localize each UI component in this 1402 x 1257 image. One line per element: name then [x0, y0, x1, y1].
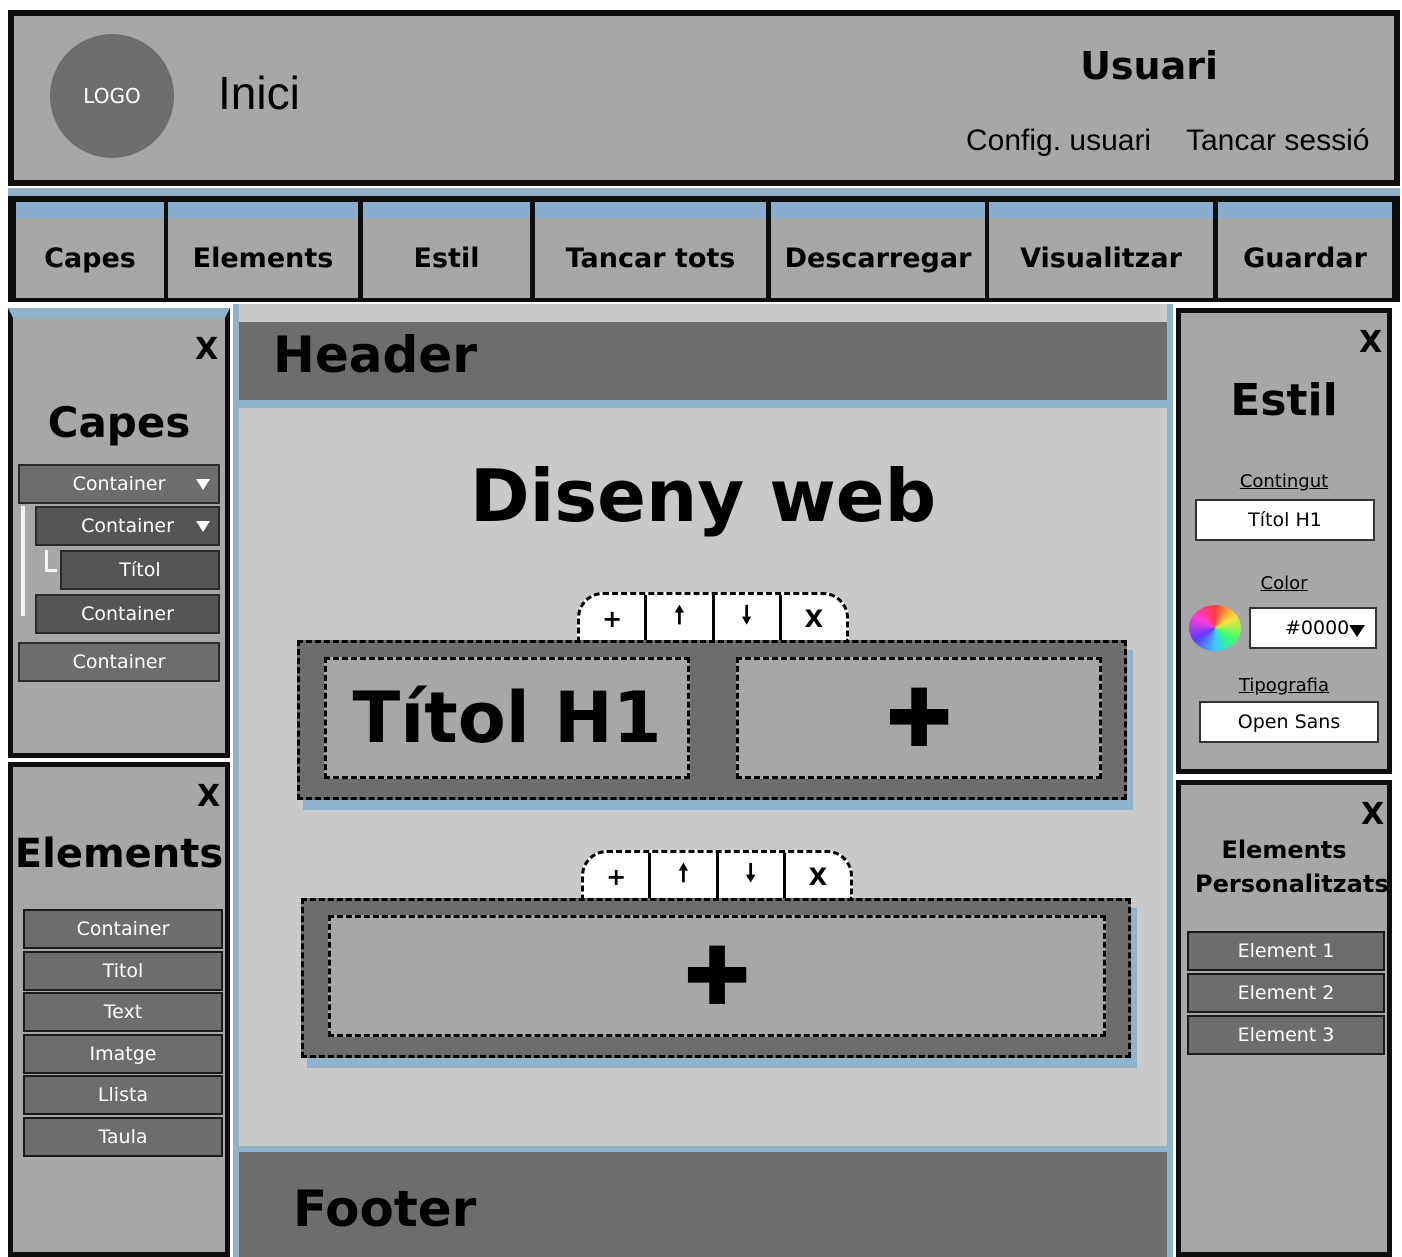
- layer-label: Container: [72, 473, 166, 495]
- element-item-image[interactable]: Imatge: [23, 1034, 223, 1074]
- add-button[interactable]: +: [584, 853, 652, 900]
- elements-close-button[interactable]: X: [197, 779, 220, 814]
- content-input[interactable]: Títol H1: [1195, 499, 1375, 541]
- move-up-button[interactable]: 🠕: [651, 853, 719, 900]
- element-item-title[interactable]: Titol: [23, 951, 223, 991]
- layer-item-container[interactable]: Container: [18, 464, 220, 504]
- custom-elements-panel: X Elements Personalitzats Element 1 Elem…: [1176, 780, 1392, 1257]
- content-label: Contingut: [1239, 471, 1329, 492]
- style-close-button[interactable]: X: [1359, 325, 1382, 360]
- layer-label: Títol: [119, 559, 161, 581]
- custom-elements-title: Elements Personalitzats: [1195, 836, 1389, 898]
- element-item-list[interactable]: Llista: [23, 1075, 223, 1115]
- elements-panel: X Elements Container Titol Text Imatge L…: [8, 762, 230, 1257]
- move-up-button[interactable]: 🠕: [647, 595, 715, 642]
- element-item-table[interactable]: Taula: [23, 1117, 223, 1157]
- delete-button[interactable]: X: [782, 595, 846, 642]
- color-picker-icon[interactable]: [1189, 605, 1241, 651]
- color-value: #0000: [1285, 617, 1350, 639]
- toolbar-download-button[interactable]: Descarregar: [771, 202, 985, 298]
- tree-line: [45, 550, 57, 572]
- element-item-container[interactable]: Container: [23, 909, 223, 949]
- canvas-row-2[interactable]: ✚: [301, 898, 1131, 1058]
- add-element-cell[interactable]: ✚: [328, 915, 1106, 1037]
- design-canvas[interactable]: Header Diseny web + 🠕 🠗 X Títol H1 ✚ + 🠕…: [233, 304, 1173, 1257]
- row-1-controls: + 🠕 🠗 X: [577, 592, 849, 642]
- move-down-button[interactable]: 🠗: [719, 853, 786, 900]
- color-label: Color: [1260, 573, 1308, 594]
- user-name[interactable]: Usuari: [1080, 44, 1218, 88]
- toolbar-preview-button[interactable]: Visualitzar: [989, 202, 1213, 298]
- custom-element-1[interactable]: Element 1: [1187, 931, 1385, 971]
- chevron-down-icon[interactable]: [196, 479, 210, 490]
- style-panel: X Estil Contingut Títol H1 Color #0000 T…: [1176, 308, 1392, 774]
- layer-item-title[interactable]: Títol: [60, 550, 220, 590]
- layers-title: Capes: [47, 398, 191, 447]
- row-2-controls: + 🠕 🠗 X: [581, 850, 853, 900]
- canvas-row-1[interactable]: Títol H1 ✚: [297, 640, 1127, 800]
- layers-panel: X Capes Container Container Títol Contai…: [8, 308, 230, 758]
- add-element-cell[interactable]: ✚: [736, 657, 1102, 779]
- layer-label: Container: [81, 603, 174, 625]
- tree-line: [21, 506, 25, 616]
- toolbar-layers-button[interactable]: Capes: [16, 202, 164, 298]
- element-item-text[interactable]: Text: [23, 992, 223, 1032]
- chevron-down-icon[interactable]: [196, 521, 210, 532]
- logout-link[interactable]: Tancar sessió: [1186, 124, 1369, 158]
- layer-label: Container: [81, 515, 174, 537]
- plus-icon[interactable]: ✚: [885, 672, 952, 765]
- color-select[interactable]: #0000: [1249, 607, 1377, 649]
- custom-element-3[interactable]: Element 3: [1187, 1015, 1385, 1055]
- font-input[interactable]: Open Sans: [1199, 701, 1379, 743]
- custom-close-button[interactable]: X: [1361, 797, 1384, 832]
- style-title: Estil: [1230, 375, 1338, 426]
- move-down-button[interactable]: 🠗: [715, 595, 782, 642]
- toolbar-elements-button[interactable]: Elements: [168, 202, 358, 298]
- layer-label: Container: [72, 651, 166, 673]
- toolbar-style-button[interactable]: Estil: [363, 202, 530, 298]
- toolbar-save-button[interactable]: Guardar: [1218, 202, 1392, 298]
- toolbar-close-all-button[interactable]: Tancar tots: [535, 202, 766, 298]
- user-settings-link[interactable]: Config. usuari: [966, 124, 1151, 158]
- elements-title: Elements: [14, 831, 224, 877]
- canvas-footer-label: Footer: [293, 1180, 477, 1238]
- home-link[interactable]: Inici: [218, 66, 300, 120]
- font-label: Tipografia: [1238, 675, 1330, 696]
- layers-close-button[interactable]: X: [195, 332, 218, 367]
- heading-cell[interactable]: Títol H1: [324, 657, 690, 779]
- canvas-footer-section[interactable]: Footer: [239, 1146, 1167, 1257]
- canvas-header-label: Header: [273, 326, 477, 384]
- logo[interactable]: LOGO: [50, 34, 174, 158]
- chevron-down-icon[interactable]: [1349, 625, 1365, 637]
- add-button[interactable]: +: [580, 595, 648, 642]
- layer-item-container[interactable]: Container: [35, 594, 220, 634]
- app-header: LOGO Inici Usuari Config. usuari Tancar …: [8, 10, 1400, 186]
- layer-item-container[interactable]: Container: [18, 642, 220, 682]
- canvas-title[interactable]: Diseny web: [239, 454, 1167, 538]
- delete-button[interactable]: X: [786, 853, 850, 900]
- toolbar: Capes Elements Estil Tancar tots Descarr…: [8, 188, 1400, 302]
- custom-element-2[interactable]: Element 2: [1187, 973, 1385, 1013]
- layer-item-container[interactable]: Container: [35, 506, 220, 546]
- canvas-header-section[interactable]: Header: [239, 322, 1167, 408]
- plus-icon[interactable]: ✚: [683, 930, 750, 1023]
